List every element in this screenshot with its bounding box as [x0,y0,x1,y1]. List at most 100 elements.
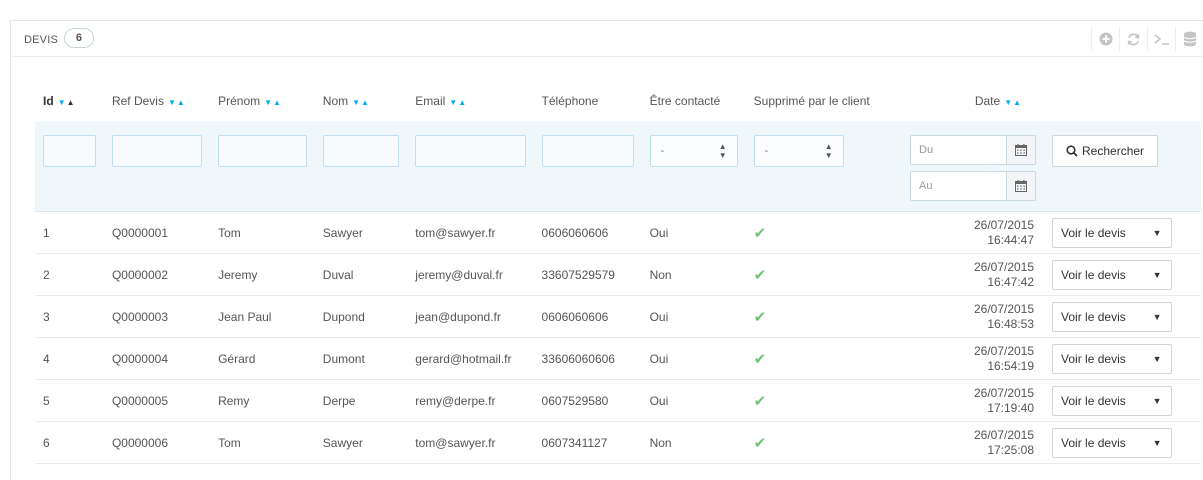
cell-email: jean@dupond.fr [407,295,534,338]
cell-date: 26/07/2015 16:44:47 [890,211,1045,254]
filter-prenom-input[interactable] [218,135,307,167]
col-header-telephone: Téléphone [541,94,599,108]
cell-actions: Voir le devis ▼ [1044,211,1201,254]
col-header-nom[interactable]: Nom ▼▲ [315,81,407,121]
cell-supprime: ✔ [745,295,891,338]
check-icon: ✔ [753,266,767,284]
cell-nom: Derpe [314,379,408,422]
filter-nom-input[interactable] [322,135,400,167]
terminal-icon[interactable] [1147,27,1175,51]
sort-arrows-icon[interactable]: ▼▲ [58,98,76,107]
view-devis-button[interactable]: Voir le devis ▼ [1052,427,1173,458]
sort-arrows-icon[interactable]: ▼▲ [168,98,186,107]
caret-down-icon[interactable]: ▼ [1143,387,1171,415]
cell-supprime: ✔ [745,421,891,464]
cell-date: 26/07/2015 16:54:19 [890,337,1045,380]
cell-contacte: Oui [641,295,746,338]
table-row[interactable]: 4 Q0000004 Gérard Dumont gerard@hotmail.… [35,337,1201,380]
cell-ref: Q0000006 [103,421,211,464]
filter-contacte-select[interactable]: - ▲ ▼ [649,135,738,167]
filter-email-input[interactable] [415,135,526,167]
cell-nom: Dumont [314,337,408,380]
cell-actions: Voir le devis ▼ [1044,337,1201,380]
check-icon: ✔ [753,350,767,368]
cell-telephone: 0606060606 [533,295,642,338]
panel-title-text: DEVIS [24,34,59,46]
check-icon: ✔ [753,224,767,242]
view-devis-button[interactable]: Voir le devis ▼ [1052,343,1173,374]
col-header-date[interactable]: Date ▼▲ [890,81,1044,121]
date-to-input[interactable]: Au [910,171,1007,201]
cell-id: 6 [35,421,104,464]
view-devis-button[interactable]: Voir le devis ▼ [1052,217,1173,248]
sort-arrows-icon[interactable]: ▼▲ [449,98,467,107]
cell-telephone: 0606060606 [533,211,642,254]
caret-down-icon[interactable]: ▼ [1143,345,1171,373]
calendar-icon[interactable] [1006,171,1037,201]
cell-date: 26/07/2015 16:48:53 [890,295,1045,338]
filter-supprime-select[interactable]: - ▲ ▼ [753,135,844,167]
table-row[interactable]: 5 Q0000005 Remy Derpe remy@derpe.fr 0607… [35,379,1201,422]
search-button[interactable]: Rechercher [1052,135,1159,167]
caret-down-icon[interactable]: ▼ [1143,303,1171,331]
cell-contacte: Oui [641,379,746,422]
cell-actions: Voir le devis ▼ [1044,421,1201,464]
cell-contacte: Oui [641,337,746,380]
devis-panel: DEVIS 6 Id ▼▲ Ref Devis ▼▲ Prénom ▼▲ Nom… [10,20,1203,480]
col-header-actions [1044,81,1201,121]
filter-telephone-input[interactable] [541,135,634,167]
col-header-prenom[interactable]: Prénom ▼▲ [210,81,315,121]
cell-date: 26/07/2015 17:25:08 [890,421,1045,464]
add-circle-icon[interactable] [1091,27,1119,51]
table-row[interactable]: 2 Q0000002 Jeremy Duval jeremy@duval.fr … [35,253,1201,296]
col-header-ref[interactable]: Ref Devis ▼▲ [104,81,210,121]
col-header-email[interactable]: Email ▼▲ [407,81,533,121]
cell-ref: Q0000004 [103,337,211,380]
calendar-icon[interactable] [1006,135,1037,165]
view-devis-button[interactable]: Voir le devis ▼ [1052,259,1173,290]
cell-contacte: Non [641,253,746,296]
table-row[interactable]: 3 Q0000003 Jean Paul Dupond jean@dupond.… [35,295,1201,338]
table-row[interactable]: 1 Q0000001 Tom Sawyer tom@sawyer.fr 0606… [35,211,1201,254]
cell-nom: Duval [314,253,408,296]
cell-id: 3 [35,295,104,338]
cell-id: 2 [35,253,104,296]
cell-email: remy@derpe.fr [407,379,534,422]
cell-nom: Sawyer [314,421,408,464]
cell-prenom: Remy [210,379,315,422]
cell-telephone: 0607529580 [533,379,642,422]
refresh-icon[interactable] [1119,27,1147,51]
cell-date: 26/07/2015 16:47:42 [890,253,1045,296]
filter-id-input[interactable] [43,135,96,167]
select-arrows-icon: ▲ ▼ [824,142,833,160]
cell-prenom: Tom [210,421,315,464]
database-icon[interactable] [1175,27,1203,51]
cell-supprime: ✔ [745,253,891,296]
cell-actions: Voir le devis ▼ [1044,253,1201,296]
sort-arrows-icon[interactable]: ▼▲ [352,98,370,107]
date-to-group: Au [910,171,1037,201]
view-devis-button[interactable]: Voir le devis ▼ [1052,301,1173,332]
search-icon [1066,145,1078,157]
caret-down-icon[interactable]: ▼ [1143,429,1171,457]
cell-date: 26/07/2015 17:19:40 [890,379,1045,422]
cell-nom: Sawyer [314,211,408,254]
cell-email: gerard@hotmail.fr [407,337,534,380]
caret-down-icon[interactable]: ▼ [1143,261,1171,289]
devis-table: Id ▼▲ Ref Devis ▼▲ Prénom ▼▲ Nom ▼▲ Email ▼▲ … [35,81,1201,464]
sort-arrows-icon[interactable]: ▼▲ [1004,98,1022,107]
caret-down-icon[interactable]: ▼ [1143,219,1171,247]
panel-header: DEVIS 6 [11,21,1203,57]
cell-ref: Q0000001 [103,211,211,254]
check-icon: ✔ [753,434,767,452]
filter-ref-input[interactable] [111,135,203,167]
date-from-input[interactable]: Du [910,135,1007,165]
view-devis-button[interactable]: Voir le devis ▼ [1052,385,1173,416]
cell-prenom: Jean Paul [210,295,315,338]
cell-telephone: 33607529579 [533,253,642,296]
cell-email: jeremy@duval.fr [407,253,534,296]
table-row[interactable]: 6 Q0000006 Tom Sawyer tom@sawyer.fr 0607… [35,421,1201,464]
cell-telephone: 33606060606 [533,337,642,380]
col-header-id[interactable]: Id ▼▲ [35,81,104,121]
sort-arrows-icon[interactable]: ▼▲ [264,98,282,107]
